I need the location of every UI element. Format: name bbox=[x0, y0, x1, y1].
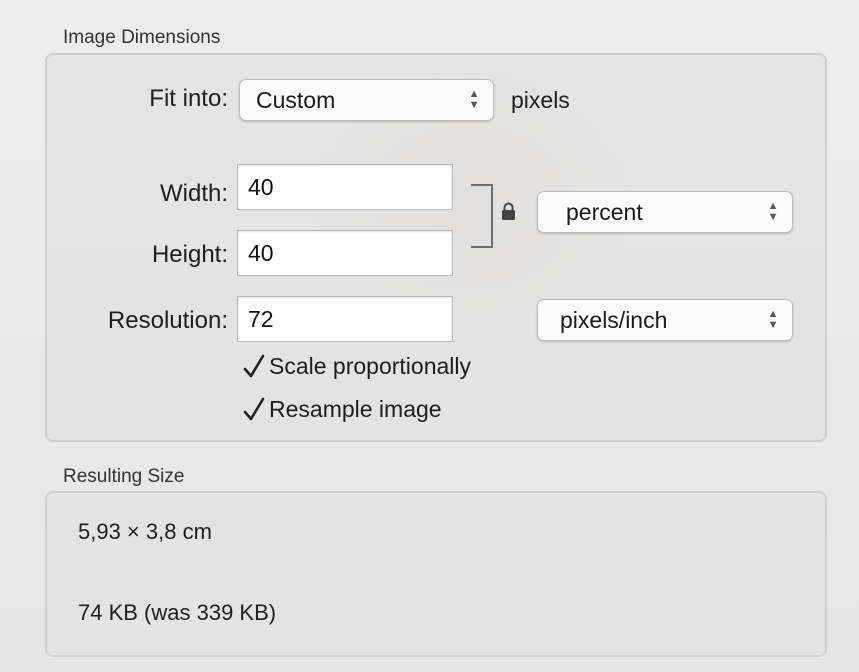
size-unit-popup[interactable]: percent ▲ ▼ bbox=[537, 191, 793, 233]
image-dimensions-title: Image Dimensions bbox=[63, 27, 221, 48]
up-down-arrows-icon: ▲ ▼ bbox=[767, 308, 779, 331]
up-down-arrows-icon: ▲ ▼ bbox=[468, 88, 480, 111]
resample-image-label: Resample image bbox=[269, 396, 442, 422]
proportion-bracket bbox=[471, 184, 493, 248]
resulting-file-size: 74 KB (was 339 KB) bbox=[78, 600, 277, 625]
scale-proportionally-label: Scale proportionally bbox=[269, 353, 472, 379]
scale-proportionally-checkbox[interactable]: Scale proportionally bbox=[243, 353, 471, 380]
height-field[interactable] bbox=[237, 230, 453, 276]
width-label: Width: bbox=[159, 180, 228, 207]
resample-image-checkbox[interactable]: Resample image bbox=[243, 396, 442, 423]
checkmark-icon bbox=[243, 397, 265, 423]
height-label: Height: bbox=[151, 241, 228, 268]
resulting-dimensions: 5,93 × 3,8 cm bbox=[78, 519, 212, 544]
resulting-size-group bbox=[45, 491, 827, 657]
up-down-arrows-icon: ▲ ▼ bbox=[767, 200, 779, 223]
fit-into-label: Fit into: bbox=[149, 85, 228, 112]
lock-icon[interactable] bbox=[501, 202, 516, 226]
width-field[interactable] bbox=[237, 164, 453, 210]
resolution-field[interactable] bbox=[237, 296, 453, 342]
resolution-label: Resolution: bbox=[107, 307, 228, 334]
fit-into-value: Custom bbox=[256, 86, 336, 113]
resulting-size-title: Resulting Size bbox=[63, 466, 185, 487]
fit-into-unit: pixels bbox=[511, 87, 570, 113]
fit-into-popup[interactable]: Custom ▲ ▼ bbox=[239, 79, 494, 121]
checkmark-icon bbox=[243, 354, 265, 380]
resolution-unit-value: pixels/inch bbox=[560, 306, 668, 333]
size-unit-value: percent bbox=[566, 198, 643, 225]
resolution-unit-popup[interactable]: pixels/inch ▲ ▼ bbox=[537, 299, 793, 341]
